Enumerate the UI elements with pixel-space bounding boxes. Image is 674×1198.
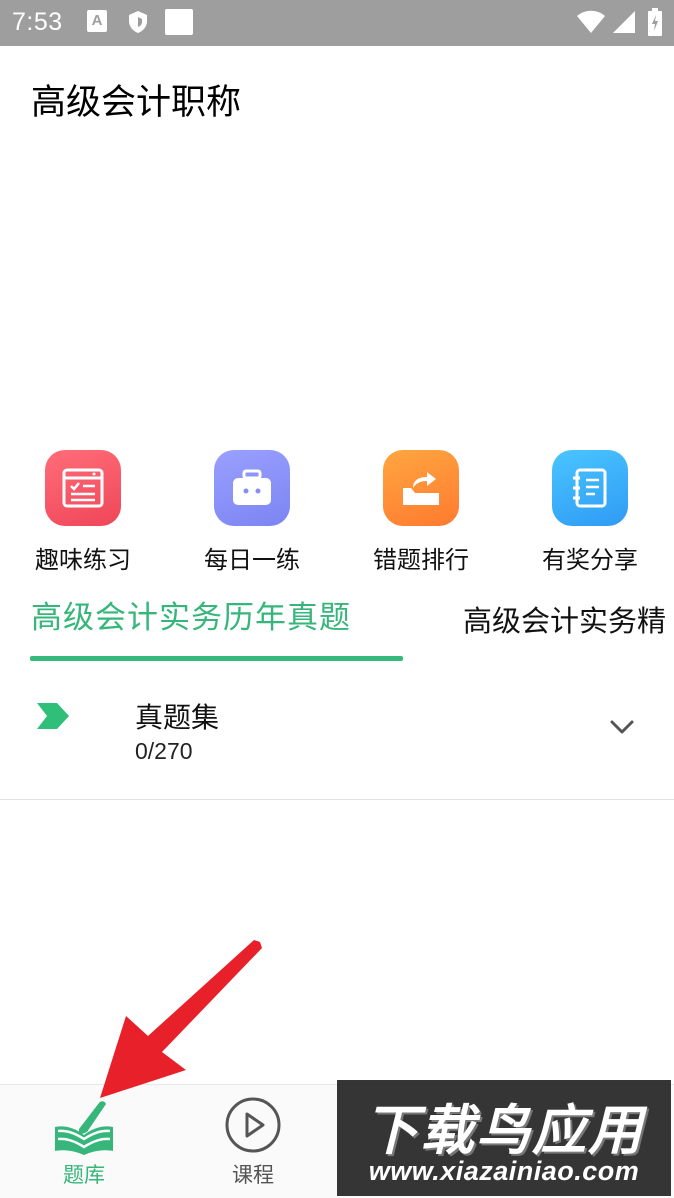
tab-history-exams[interactable]: 高级会计实务历年真题 <box>31 592 351 637</box>
shield-icon <box>129 11 147 33</box>
quick-action-label: 错题排行 <box>373 546 469 574</box>
share-box-icon <box>403 472 439 505</box>
page-title: 高级会计职称 <box>31 83 242 123</box>
nav-label: 题库 <box>63 1163 105 1187</box>
quick-action-label: 每日一练 <box>204 546 300 574</box>
book-pen-icon <box>55 1101 113 1155</box>
square-icon <box>165 9 193 35</box>
briefcase-icon <box>233 469 271 505</box>
play-circle-icon <box>225 1097 281 1153</box>
status-time: 7:53 <box>12 8 63 36</box>
checklist-icon <box>62 468 104 508</box>
quick-action-daily[interactable]: 每日一练 <box>177 450 327 575</box>
quick-action-label: 有奖分享 <box>542 546 638 574</box>
quick-action-practice[interactable]: 趣味练习 <box>8 450 158 575</box>
tab-active-indicator <box>30 656 403 661</box>
list-item-progress: 0/270 <box>135 738 193 764</box>
list-item-title: 真题集 <box>135 701 220 734</box>
wifi-icon <box>577 10 605 33</box>
battery-icon <box>648 8 662 36</box>
quick-action-tile <box>552 450 628 526</box>
watermark-text: 下载鸟应用 <box>364 1099 644 1162</box>
list-item[interactable]: 真题集 0/270 <box>0 664 674 800</box>
tab-practice-selected[interactable]: 高级会计实务精 <box>463 598 666 640</box>
nav-courses[interactable]: 课程 <box>193 1085 313 1198</box>
chevron-flag-icon <box>37 703 69 729</box>
nav-label: 课程 <box>232 1163 274 1187</box>
quick-action-label: 趣味练习 <box>35 546 131 574</box>
quick-action-tile <box>45 450 121 526</box>
nav-question-bank[interactable]: 题库 <box>24 1085 144 1198</box>
status-bar: 7:53 A <box>0 0 674 46</box>
quick-action-tile <box>214 450 290 526</box>
signal-icon <box>613 11 635 33</box>
quick-action-share[interactable]: 有奖分享 <box>515 450 665 575</box>
watermark: 下载鸟应用 www.xiazainiao.com <box>337 1080 671 1196</box>
a-badge-icon: A <box>87 10 107 32</box>
red-arrow-annotation <box>100 940 262 1098</box>
quick-action-mistakes[interactable]: 错题排行 <box>346 450 496 575</box>
quick-action-tile <box>383 450 459 526</box>
chevron-down-icon[interactable] <box>609 718 635 736</box>
notebook-icon <box>573 468 607 508</box>
watermark-url: www.xiazainiao.com <box>368 1156 640 1186</box>
